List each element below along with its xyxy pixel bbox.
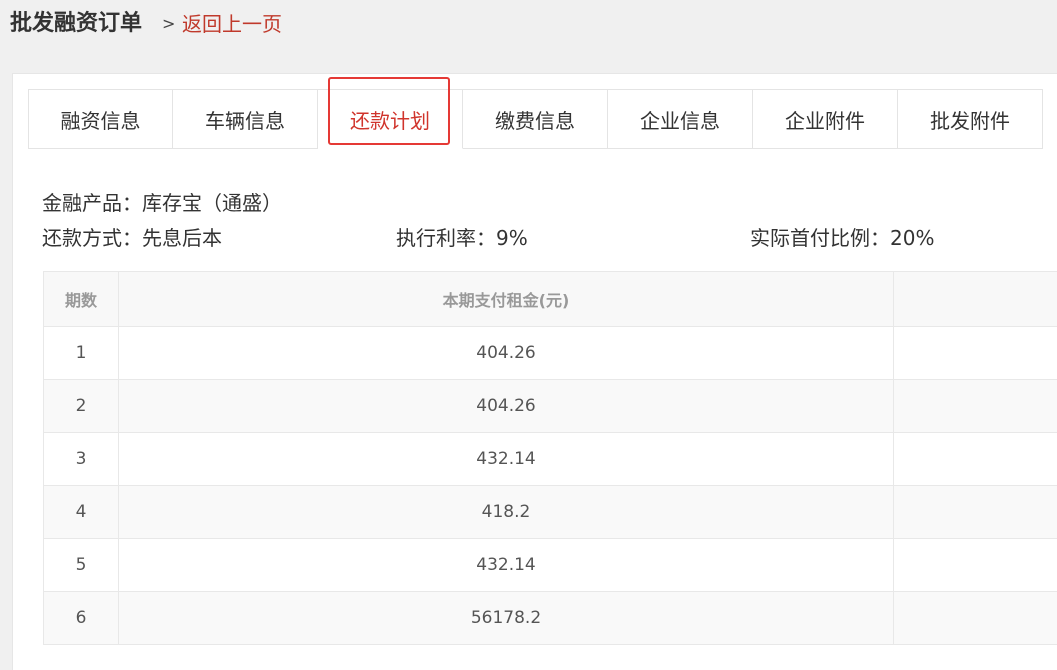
extra-cell — [894, 486, 1057, 539]
extra-cell — [894, 433, 1057, 486]
content-panel: 融资信息 车辆信息 还款计划 缴费信息 企业信息 企业附件 批发附件 金融产品：… — [12, 73, 1057, 670]
period-cell: 4 — [44, 486, 119, 539]
extra-cell — [894, 592, 1057, 645]
period-cell: 3 — [44, 433, 119, 486]
tab-company-attachments[interactable]: 企业附件 — [753, 89, 898, 149]
table-row: 5 432.14 — [44, 539, 1057, 592]
column-header-extra — [894, 272, 1057, 327]
table-row: 2 404.26 — [44, 380, 1057, 433]
tab-vehicle-info[interactable]: 车辆信息 — [173, 89, 318, 149]
table-header-row: 期数 本期支付租金(元) — [44, 272, 1057, 327]
tab-financing-info[interactable]: 融资信息 — [28, 89, 173, 149]
tab-wholesale-attachments[interactable]: 批发附件 — [898, 89, 1043, 149]
table-row: 3 432.14 — [44, 433, 1057, 486]
breadcrumb-separator: > — [162, 12, 175, 36]
period-cell: 2 — [44, 380, 119, 433]
period-cell: 1 — [44, 327, 119, 380]
finance-product: 金融产品：库存宝（通盛） — [42, 189, 282, 217]
tab-repayment-plan[interactable]: 还款计划 — [318, 89, 463, 149]
tab-company-info[interactable]: 企业信息 — [608, 89, 753, 149]
extra-cell — [894, 380, 1057, 433]
extra-cell — [894, 327, 1057, 380]
back-link[interactable]: 返回上一页 — [182, 9, 282, 39]
page-title: 批发融资订单 — [10, 9, 142, 39]
period-cell: 5 — [44, 539, 119, 592]
amount-cell: 404.26 — [119, 380, 894, 433]
amount-cell: 432.14 — [119, 433, 894, 486]
column-header-amount: 本期支付租金(元) — [119, 272, 894, 327]
repayment-method: 还款方式：先息后本 — [42, 224, 222, 252]
tab-bar: 融资信息 车辆信息 还款计划 缴费信息 企业信息 企业附件 批发附件 — [28, 89, 1043, 149]
amount-cell: 418.2 — [119, 486, 894, 539]
interest-rate: 执行利率：9% — [396, 224, 528, 252]
tab-payment-info[interactable]: 缴费信息 — [463, 89, 608, 149]
page-header: 批发融资订单 > 返回上一页 — [0, 0, 1057, 50]
table-row: 4 418.2 — [44, 486, 1057, 539]
amount-cell: 56178.2 — [119, 592, 894, 645]
extra-cell — [894, 539, 1057, 592]
table-row: 1 404.26 — [44, 327, 1057, 380]
amount-cell: 404.26 — [119, 327, 894, 380]
down-payment-ratio: 实际首付比例：20% — [750, 224, 934, 252]
column-header-period: 期数 — [44, 272, 119, 327]
period-cell: 6 — [44, 592, 119, 645]
amount-cell: 432.14 — [119, 539, 894, 592]
table-row: 6 56178.2 — [44, 592, 1057, 645]
repayment-table: 期数 本期支付租金(元) 1 404.26 2 404.26 3 432.14 — [43, 271, 1057, 645]
